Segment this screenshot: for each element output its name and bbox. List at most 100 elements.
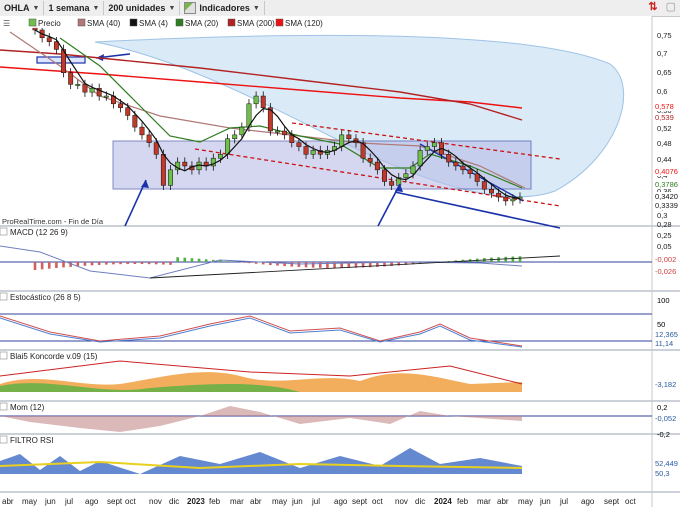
panel-collapse-icon (0, 351, 8, 360)
period-label: 1 semana (48, 3, 90, 13)
price-tag: 0,3420 (655, 192, 678, 201)
macd-bar (112, 262, 115, 265)
panel-tag: 11,14 (655, 339, 673, 348)
candle (239, 126, 245, 136)
candle (68, 72, 74, 85)
candle (424, 146, 430, 151)
stoch-d (0, 317, 523, 348)
candle (460, 165, 466, 171)
x-tick-label: may (22, 497, 37, 506)
units-select[interactable]: 200 unidades ▼ (104, 1, 181, 15)
macd-bar (40, 262, 44, 270)
chart-toolbar: OHLA ▼ 1 semana ▼ 200 unidades ▼ Indicad… (0, 0, 680, 17)
panel-tag: -3,182 (655, 380, 676, 389)
panel-collapse-icon (0, 292, 8, 301)
legend-label-sma4: SMA (200) (237, 19, 275, 28)
x-tick-label: nov (395, 497, 408, 506)
chevron-down-icon: ▼ (252, 4, 260, 12)
x-tick-label: dic (169, 497, 179, 506)
macd-bar (162, 262, 165, 265)
candle (303, 146, 309, 155)
x-tick-label: feb (457, 497, 469, 506)
price-tag: 0,3786 (655, 180, 678, 189)
y-tick-label: 0,75 (657, 31, 672, 40)
panel-title: Mom (12) (10, 403, 45, 412)
macd-bar (97, 262, 101, 265)
chevron-down-icon: ▼ (92, 4, 100, 12)
panel-collapse-icon (0, 227, 8, 236)
panel-tag: 12,365 (655, 330, 678, 339)
x-tick-label: mar (230, 497, 244, 506)
units-label: 200 unidades (108, 3, 166, 13)
candle (417, 150, 423, 167)
x-tick-label: jul (64, 497, 73, 506)
symbol-label: OHLA (4, 3, 30, 13)
candle (367, 157, 373, 163)
candle (253, 95, 259, 105)
price-tag: 0,3339 (655, 201, 678, 210)
window-icon[interactable]: ▢ (666, 2, 676, 13)
legend-swatch-sma1 (77, 18, 86, 27)
macd-bar (197, 258, 201, 262)
x-tick-label: feb (209, 497, 221, 506)
legend-swatch-sma4 (227, 18, 236, 27)
macd-bar (283, 262, 286, 267)
x-tick-label: ago (85, 497, 99, 506)
x-tick-label: dic (415, 497, 425, 506)
macd-bar (105, 262, 108, 265)
x-tick-label: abr (250, 497, 262, 506)
x-tick-label: jun (44, 497, 56, 506)
macd-bar (247, 262, 251, 264)
candle (453, 161, 459, 167)
legend-label-sma3: SMA (20) (185, 19, 219, 28)
candle (431, 142, 437, 147)
panel-tag: -0,002 (655, 255, 676, 264)
mom-tick: -0,2 (657, 430, 670, 439)
y-tick-label: 0,25 (657, 231, 672, 240)
macd-bar (119, 262, 122, 265)
panel-title: FILTRO RSI (10, 436, 53, 445)
candle (489, 189, 494, 194)
stock-chart: ☰ Precio SMA (40) SMA (4) SMA (20) SMA (200) S… (0, 16, 680, 507)
candle (496, 192, 502, 198)
y-tick-label: 0,28 (657, 220, 672, 229)
candle (389, 181, 395, 186)
panel-tag: -0,052 (655, 414, 676, 423)
candle (374, 161, 380, 171)
stoch-tick: 50 (657, 320, 665, 329)
rsi-area (0, 448, 522, 474)
symbol-select[interactable]: OHLA ▼ (0, 1, 45, 15)
y-tick-label: 0,7 (657, 49, 667, 58)
panel-title: Blai5 Koncorde v.09 (15) (10, 352, 98, 361)
x-tick-label: oct (125, 497, 136, 506)
period-select[interactable]: 1 semana ▼ (44, 1, 105, 15)
legend-settings-icon: ☰ (3, 19, 10, 28)
x-tick-label: jun (539, 497, 551, 506)
up-down-arrows-icon[interactable]: ⇅ (648, 2, 657, 13)
panel-tag: 52,449 (655, 459, 678, 468)
macd-bar (219, 260, 222, 262)
y-tick-label: 0,48 (657, 139, 672, 148)
legend-label-sma2: SMA (4) (139, 19, 168, 28)
price-tag: 0,4076 (655, 167, 678, 176)
macd-bar (154, 262, 158, 265)
candle (132, 115, 138, 128)
candle (103, 95, 109, 98)
candle (217, 154, 223, 159)
x-tick-label: may (518, 497, 533, 506)
candle (125, 107, 131, 116)
chevron-down-icon: ▼ (32, 4, 40, 12)
macd-signal (149, 255, 561, 279)
marker-box (36, 56, 86, 64)
y-tick-label: 0,52 (657, 124, 672, 133)
candle (139, 126, 145, 136)
indicators-button[interactable]: Indicadores ▼ (180, 1, 265, 15)
candle (153, 142, 159, 155)
candle (89, 88, 95, 93)
y-tick-label: 0,05 (657, 242, 672, 251)
price-tag: 0,578 (655, 102, 674, 111)
macd-bar (140, 262, 144, 265)
x-tick-label: sept (352, 497, 368, 506)
y-tick-label: 0,3 (657, 211, 667, 220)
stoch-tick: 100 (657, 296, 670, 305)
